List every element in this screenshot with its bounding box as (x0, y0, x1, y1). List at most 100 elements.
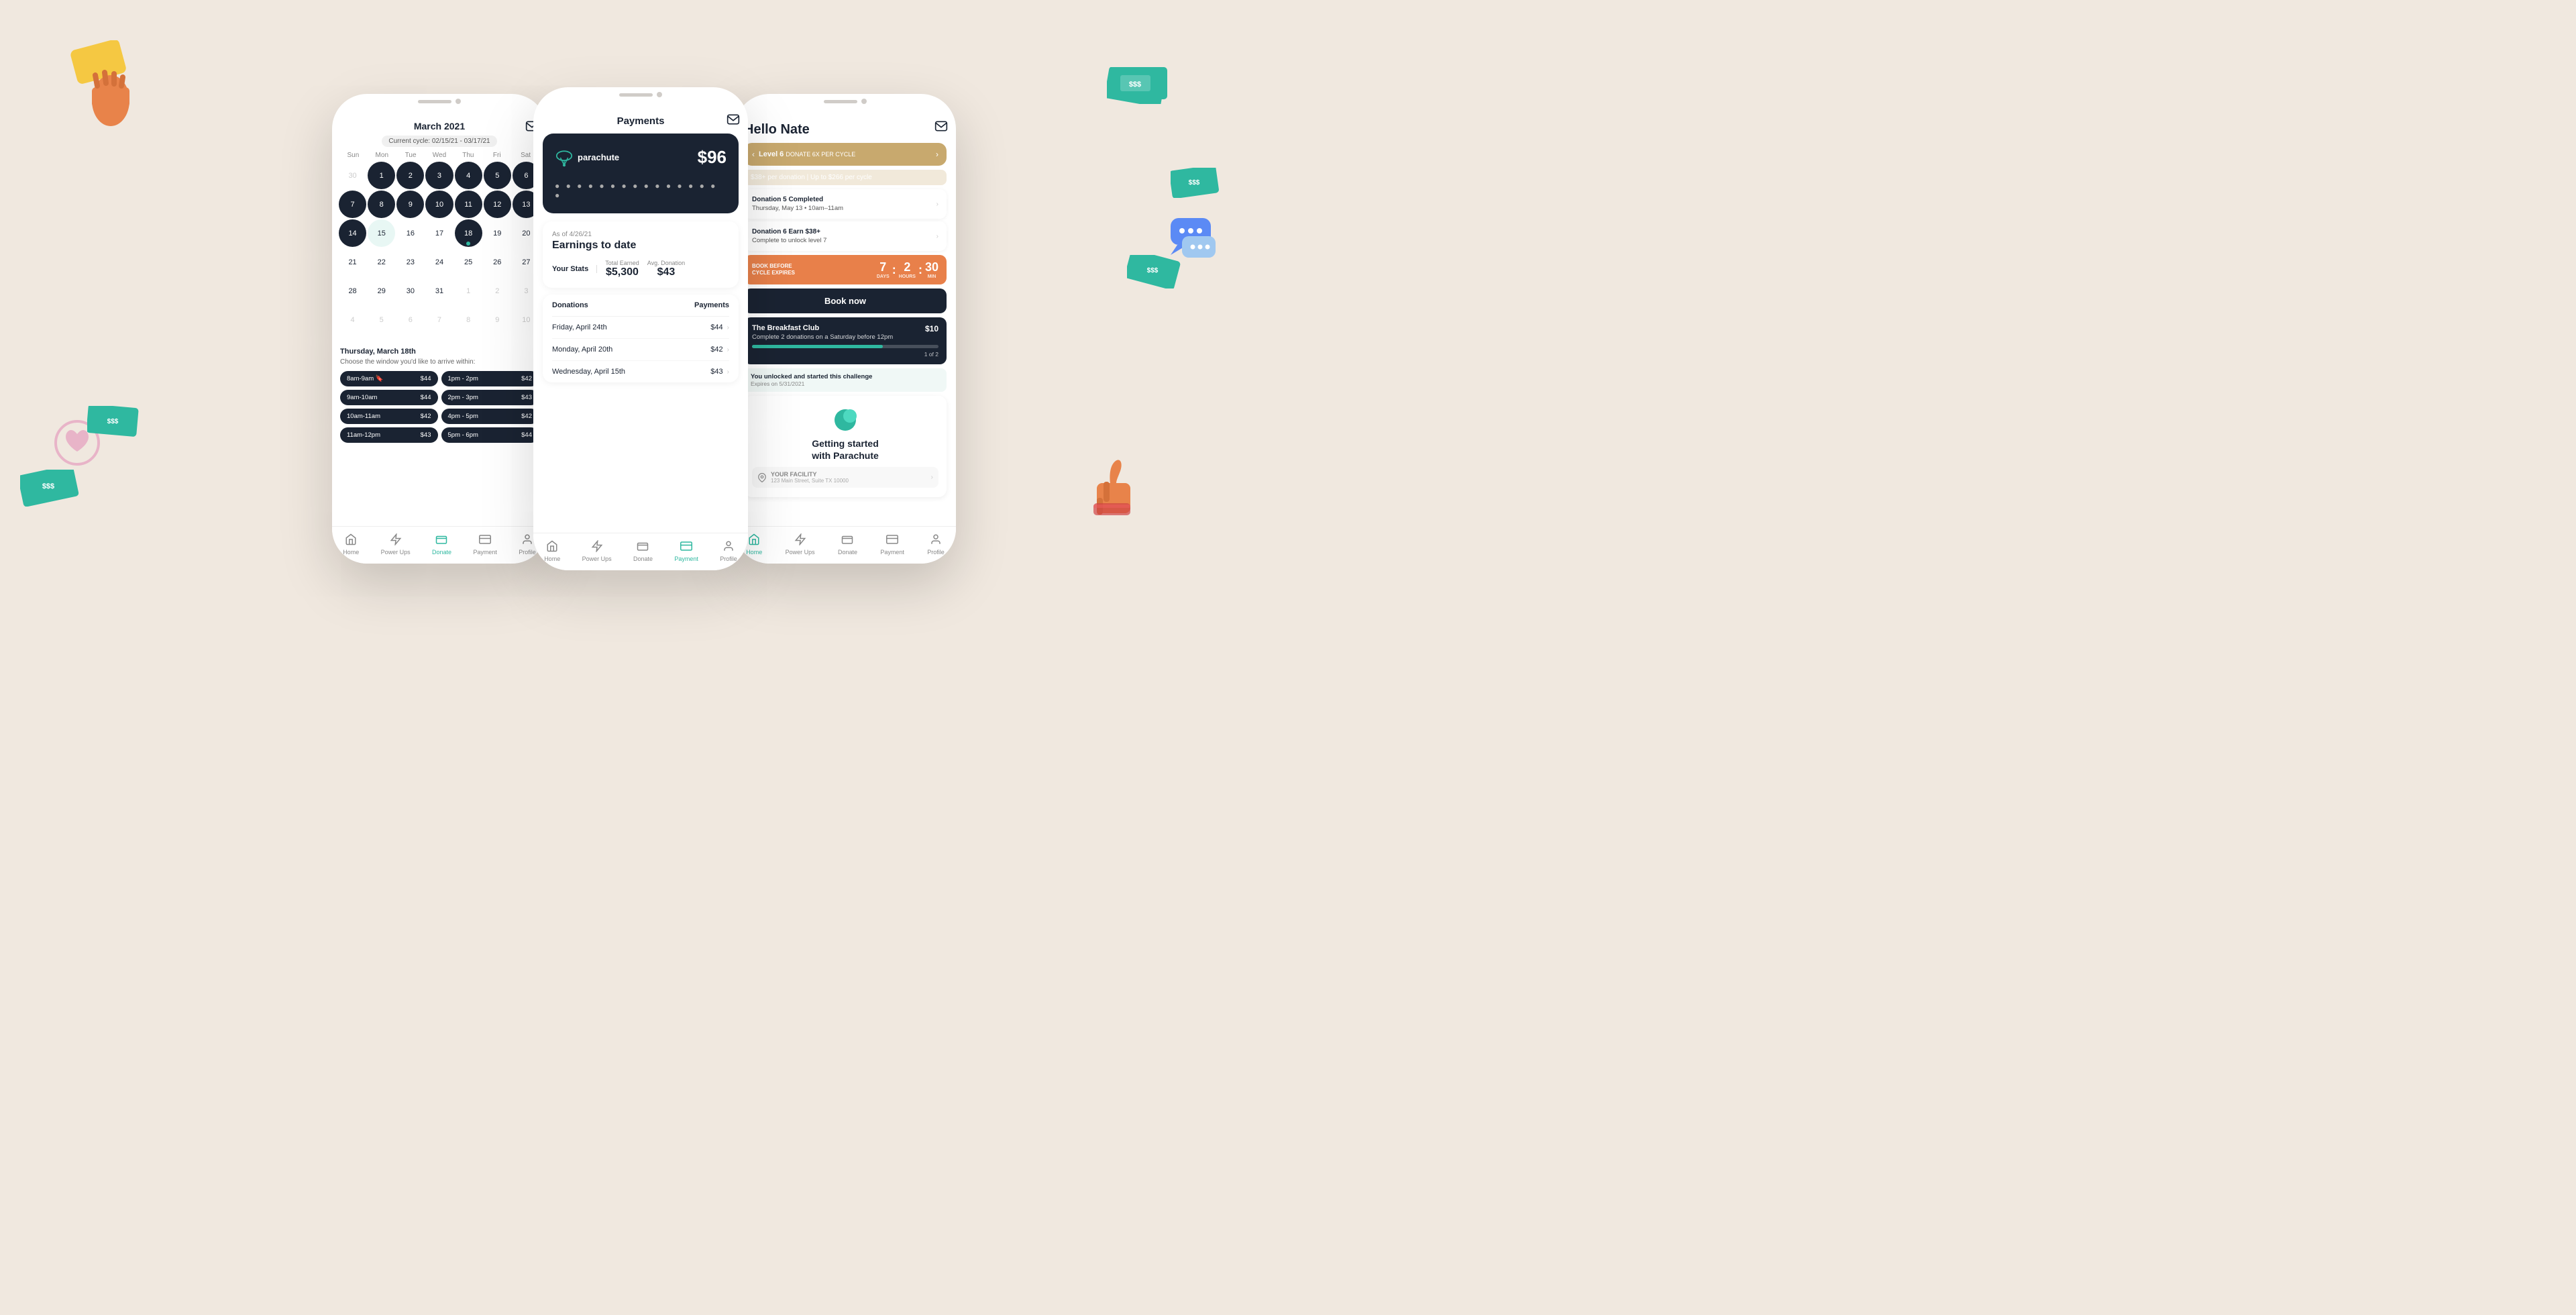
nav-payment-3[interactable]: Payment (880, 532, 904, 556)
cal-cell[interactable]: 1 (455, 278, 482, 305)
phones-container: March 2021 Current cycle: 02/15/21 - 03/… (332, 87, 956, 570)
time-slot[interactable]: 4pm - 5pm $42 (441, 409, 539, 424)
donation-date: Friday, April 24th (552, 323, 607, 331)
cal-cell[interactable]: 30 (396, 278, 424, 305)
nav-home-3[interactable]: Home (746, 532, 762, 556)
cal-cell[interactable]: 23 (396, 248, 424, 276)
nav-profile-2[interactable]: Profile (720, 539, 737, 562)
nav-powerups-3[interactable]: Power Ups (786, 532, 815, 556)
cal-cell[interactable]: 1 (368, 162, 395, 189)
cal-cell[interactable]: 29 (368, 278, 395, 305)
cal-cell[interactable]: 24 (425, 248, 453, 276)
donation-row[interactable]: Friday, April 24th $44 › (552, 317, 729, 339)
cal-cell[interactable]: 19 (484, 219, 511, 247)
cal-cell[interactable]: 8 (368, 191, 395, 218)
parachute-logo: parachute (555, 148, 619, 167)
challenge-title: The Breakfast Club (752, 324, 819, 332)
parachute-icon (555, 148, 574, 167)
cal-cell[interactable]: 11 (455, 191, 482, 218)
time-slot[interactable]: 8am-9am 🔖 $44 (340, 371, 438, 386)
parachute-orb-icon (832, 405, 859, 432)
challenge-amount: $10 (925, 324, 938, 333)
cal-cell-selected[interactable]: 18 (455, 219, 482, 247)
time-slot[interactable]: 9am-10am $44 (340, 390, 438, 405)
chevron-right-icon: › (931, 474, 933, 481)
event-sub-title: Choose the window you'd like to arrive w… (340, 358, 539, 366)
cal-cell[interactable]: 5 (484, 162, 511, 189)
cal-cell[interactable]: 30 (339, 162, 366, 189)
cal-cell[interactable]: 14 (339, 219, 366, 247)
cal-cell[interactable]: 16 (396, 219, 424, 247)
cal-cell[interactable]: 12 (484, 191, 511, 218)
cal-cell[interactable]: 2 (484, 278, 511, 305)
donation6-sub: Complete to unlock level 7 (752, 237, 826, 244)
unlock-banner: You unlocked and started this challenge … (744, 368, 947, 392)
time-slot[interactable]: 1pm - 2pm $42 (441, 371, 539, 386)
payments-title: Payments (533, 106, 748, 134)
time-slot[interactable]: 11am-12pm $43 (340, 427, 438, 443)
avg-donation-value: $43 (647, 266, 685, 278)
stats-row: Your Stats Total Earned $5,300 Avg. Dona… (552, 260, 729, 278)
nav-powerups-2[interactable]: Power Ups (582, 539, 612, 562)
svg-text:$$$: $$$ (107, 418, 119, 425)
cal-cell[interactable]: 8 (455, 307, 482, 334)
cal-cell[interactable]: 25 (455, 248, 482, 276)
cal-cell[interactable]: 31 (425, 278, 453, 305)
donation5-title: Donation 5 Completed (752, 196, 843, 203)
donation-row[interactable]: Monday, April 20th $42 › (552, 339, 729, 361)
cal-cell[interactable]: 3 (425, 162, 453, 189)
nav-donate-2[interactable]: Donate (633, 539, 653, 562)
unlock-title: You unlocked and started this challenge (751, 373, 940, 380)
donation5-card[interactable]: Donation 5 Completed Thursday, May 13 • … (744, 189, 947, 219)
message-icon-2[interactable] (727, 113, 740, 126)
chevron-right-icon: › (727, 346, 729, 354)
cal-cell[interactable]: 22 (368, 248, 395, 276)
nav-powerups[interactable]: Power Ups (381, 532, 411, 556)
donations-header: Donations Payments (552, 295, 729, 317)
total-earned-value: $5,300 (605, 266, 639, 278)
chevron-right-icon: › (936, 201, 938, 208)
time-slot[interactable]: 5pm - 6pm $44 (441, 427, 539, 443)
cal-cell[interactable]: 26 (484, 248, 511, 276)
cal-cell[interactable]: 28 (339, 278, 366, 305)
cal-cell[interactable]: 7 (339, 191, 366, 218)
cal-cell[interactable]: 4 (339, 307, 366, 334)
donation-amount: $42 (710, 346, 722, 354)
cal-cell[interactable]: 4 (455, 162, 482, 189)
nav-donate-3[interactable]: Donate (838, 532, 857, 556)
time-slot[interactable]: 10am-11am $42 (340, 409, 438, 424)
nav-payment[interactable]: Payment (473, 532, 497, 556)
message-icon-3[interactable] (934, 119, 948, 133)
time-slot[interactable]: 2pm - 3pm $43 (441, 390, 539, 405)
phone-hello-nate: Hello Nate ‹ Level 6 DONATE 6X PER CYCLE… (735, 94, 956, 564)
level-card[interactable]: ‹ Level 6 DONATE 6X PER CYCLE › (744, 143, 947, 166)
facility-info: YOUR FACILITY 123 Main Street, Suite TX … (752, 467, 938, 488)
timer-hours-label: HOURS (899, 274, 916, 279)
cal-cell[interactable]: 6 (396, 307, 424, 334)
progress-bar-fill (752, 345, 883, 348)
cal-cell[interactable]: 2 (396, 162, 424, 189)
cal-cell[interactable]: 7 (425, 307, 453, 334)
nav-home[interactable]: Home (343, 532, 359, 556)
donation-row[interactable]: Wednesday, April 15th $43 › (552, 361, 729, 382)
nav-payment-2[interactable]: Payment (674, 539, 698, 562)
nav-donate[interactable]: Donate (432, 532, 451, 556)
cal-cell[interactable]: 10 (425, 191, 453, 218)
payments-col-label: Payments (694, 301, 729, 309)
nav-profile-3[interactable]: Profile (927, 532, 945, 556)
getting-started-title: Getting startedwith Parachute (752, 437, 938, 462)
cal-cell[interactable]: 5 (368, 307, 395, 334)
cal-cell[interactable]: 9 (484, 307, 511, 334)
svg-text:$$$: $$$ (1129, 81, 1141, 89)
cal-cell[interactable]: 9 (396, 191, 424, 218)
book-now-button[interactable]: Book now (744, 288, 947, 313)
avg-donation-stat: Avg. Donation $43 (647, 260, 685, 278)
cal-cell[interactable]: 17 (425, 219, 453, 247)
cal-cell[interactable]: 15 (368, 219, 395, 247)
nav-home-2[interactable]: Home (544, 539, 560, 562)
deco-bill-right-mid: $$$ (1171, 168, 1221, 201)
deco-bill-left-bottom: $$$ (20, 470, 80, 510)
phone2-screen: Payments parachute (533, 106, 748, 533)
cal-cell[interactable]: 21 (339, 248, 366, 276)
donation6-card[interactable]: Donation 6 Earn $38+ Complete to unlock … (744, 221, 947, 251)
